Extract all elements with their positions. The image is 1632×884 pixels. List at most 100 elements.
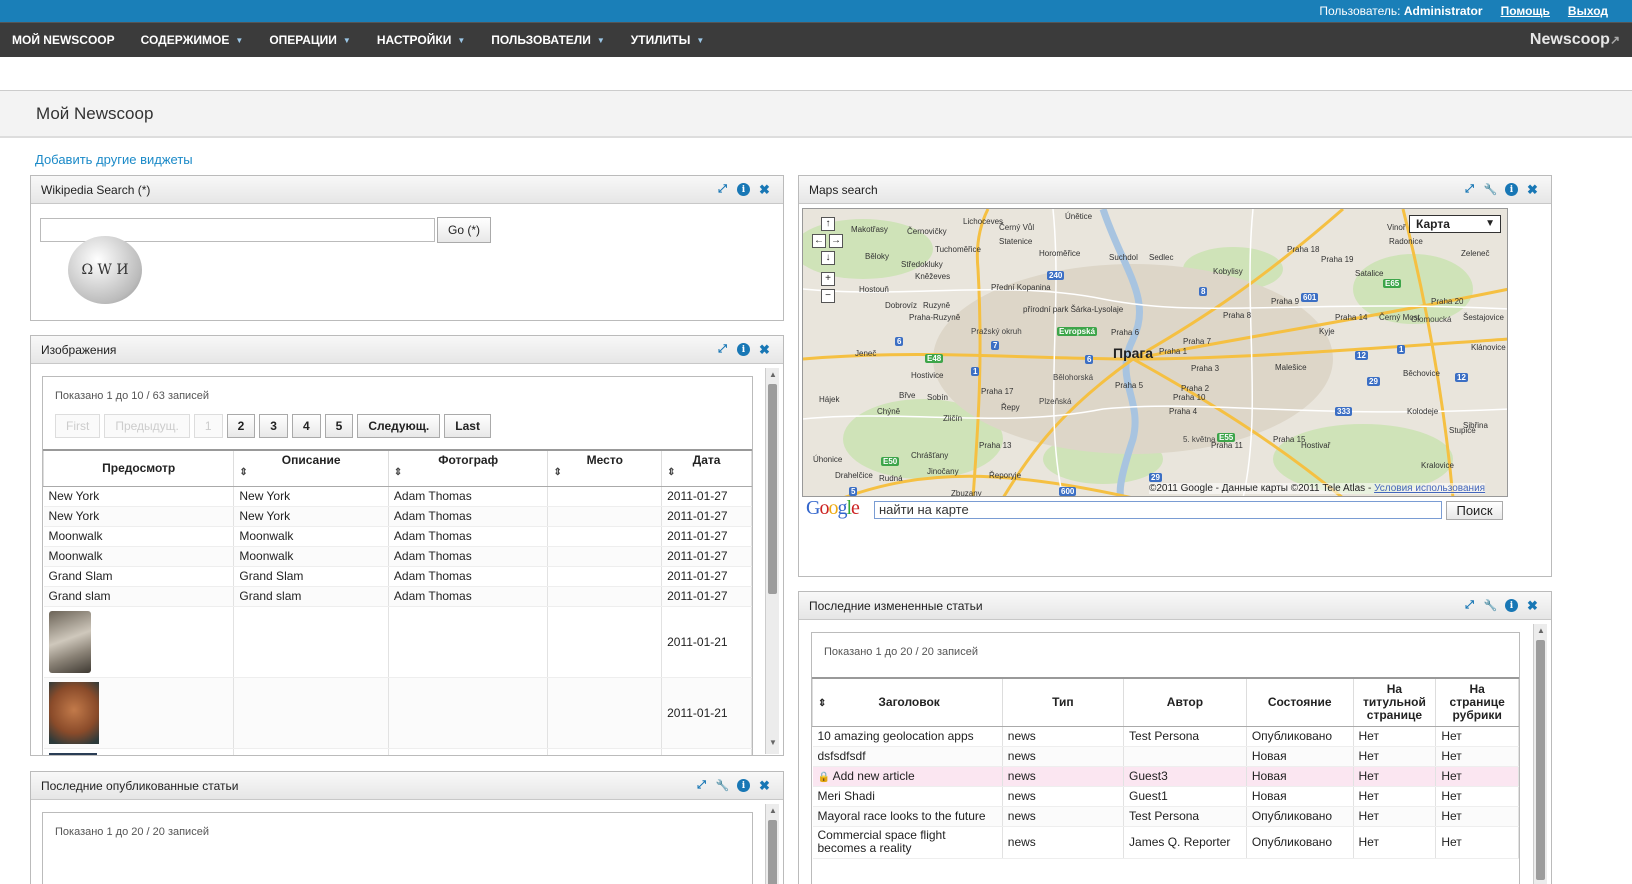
cell-description: Grand Slam bbox=[233, 566, 389, 587]
pager-page-4[interactable]: 4 bbox=[291, 414, 321, 438]
thumbnail-image[interactable] bbox=[48, 610, 91, 673]
scroll-thumb[interactable] bbox=[1536, 640, 1545, 880]
help-link[interactable]: Помощь bbox=[1501, 4, 1550, 18]
pager-page-1[interactable]: 1 bbox=[193, 414, 223, 438]
close-icon[interactable]: ✖ bbox=[1526, 182, 1539, 197]
published-scrollbar[interactable]: ▲ bbox=[765, 804, 779, 884]
table-row[interactable]: Meri Shadi news Guest1 Новая Нет Нет bbox=[812, 786, 1519, 807]
table-row[interactable]: Grand Slam Grand Slam Adam Thomas 2011-01-2… bbox=[43, 566, 752, 587]
pan-right-icon[interactable]: → bbox=[829, 234, 843, 248]
col-description[interactable]: Описание ⇕ bbox=[233, 449, 389, 487]
map-search-input[interactable]: найти на карте bbox=[874, 501, 1442, 519]
map-canvas[interactable]: Lichoceves Únětice Makotřasy Černovičky Čern… bbox=[802, 208, 1508, 497]
scroll-thumb[interactable] bbox=[768, 820, 777, 884]
terms-link[interactable]: Условия использования bbox=[1374, 483, 1485, 494]
cell-title: Meri Shadi bbox=[812, 786, 1003, 807]
table-row[interactable]: Mayoral race looks to the future news Test… bbox=[812, 806, 1519, 827]
col-author[interactable]: Автор bbox=[1123, 677, 1247, 727]
close-icon[interactable]: ✖ bbox=[758, 342, 771, 357]
wrench-icon[interactable]: 🔧 bbox=[1484, 183, 1498, 196]
wrench-icon[interactable]: 🔧 bbox=[1484, 599, 1498, 612]
scroll-thumb[interactable] bbox=[768, 384, 777, 594]
zoom-out-icon[interactable]: − bbox=[821, 289, 835, 303]
pager-last[interactable]: Last bbox=[444, 414, 491, 438]
map-search-button[interactable]: Поиск bbox=[1446, 501, 1503, 520]
map-type-select[interactable]: Карта ▼ bbox=[1409, 215, 1501, 233]
info-icon[interactable]: i bbox=[737, 779, 750, 792]
pager-next[interactable]: Следующ. bbox=[357, 414, 441, 438]
info-icon[interactable]: i bbox=[737, 183, 750, 196]
table-row[interactable]: Commercial space flight becomes a realit… bbox=[812, 826, 1519, 859]
pager-first[interactable]: First bbox=[55, 414, 101, 438]
col-section-page[interactable]: На странице рубрики bbox=[1435, 677, 1519, 727]
col-photographer[interactable]: Фотограф ⇕ bbox=[387, 449, 549, 487]
info-icon[interactable]: i bbox=[1505, 599, 1518, 612]
scroll-up-icon[interactable]: ▲ bbox=[1534, 626, 1548, 640]
nav-my-newscoop[interactable]: МОЙ NEWSCOOP bbox=[12, 33, 115, 47]
wrench-icon[interactable]: 🔧 bbox=[716, 779, 730, 792]
images-widget: Изображения ⤢ i ✖ Показано 1 до 10 / 63 … bbox=[30, 335, 784, 756]
close-icon[interactable]: ✖ bbox=[758, 182, 771, 197]
cell-section-page: Нет bbox=[1435, 766, 1519, 787]
table-row[interactable]: dsfsdfsdf news Новая Нет Нет bbox=[812, 746, 1519, 767]
table-row[interactable]: New York New York Adam Thomas 2011-01-27 bbox=[43, 486, 752, 507]
table-row[interactable]: 10 amazing geolocation apps news Test Pers… bbox=[812, 726, 1519, 747]
images-scrollbar[interactable]: ▲ ▼ bbox=[765, 368, 779, 754]
close-icon[interactable]: ✖ bbox=[758, 778, 771, 793]
col-type[interactable]: Тип bbox=[1001, 677, 1125, 727]
scroll-up-icon[interactable]: ▲ bbox=[766, 370, 780, 384]
zoom-in-icon[interactable]: + bbox=[821, 272, 835, 286]
nav-operations[interactable]: ОПЕРАЦИИ ▼ bbox=[269, 33, 351, 47]
table-row[interactable]: New York New York Adam Thomas 2011-01-27 bbox=[43, 506, 752, 527]
pager-page-3[interactable]: 3 bbox=[259, 414, 288, 438]
info-icon[interactable]: i bbox=[1505, 183, 1518, 196]
table-row[interactable]: 2011-01-21 bbox=[43, 677, 752, 749]
table-row[interactable]: Moonwalk Moonwalk Adam Thomas 2011-01-27 bbox=[43, 546, 752, 567]
thumbnail-image[interactable] bbox=[48, 681, 99, 744]
col-preview[interactable]: Предосмотр bbox=[43, 449, 235, 487]
thumbnail-image[interactable] bbox=[48, 753, 97, 755]
pager-prev[interactable]: Предыдущ. bbox=[104, 414, 190, 438]
widget-title: Wikipedia Search (*) bbox=[41, 182, 151, 197]
add-widgets-link[interactable]: Добавить другие виджеты bbox=[35, 152, 193, 167]
wiki-go-button[interactable]: Go (*) bbox=[437, 217, 492, 243]
nav-content[interactable]: СОДЕРЖИМОЕ ▼ bbox=[141, 33, 244, 47]
col-title[interactable]: ⇕ Заголовок bbox=[812, 677, 1003, 727]
expand-icon[interactable]: ⤢ bbox=[1463, 599, 1476, 612]
scroll-down-icon[interactable]: ▼ bbox=[766, 738, 780, 752]
map-road-label: 600 bbox=[1059, 487, 1077, 496]
pager-page-5[interactable]: 5 bbox=[324, 414, 354, 438]
table-row[interactable] bbox=[43, 748, 752, 755]
close-icon[interactable]: ✖ bbox=[1526, 598, 1539, 613]
pan-up-icon[interactable]: ↑ bbox=[821, 217, 835, 231]
cell-photographer: Adam Thomas bbox=[388, 486, 549, 507]
pan-left-icon[interactable]: ← bbox=[812, 234, 826, 248]
expand-icon[interactable]: ⤢ bbox=[716, 183, 729, 196]
col-place[interactable]: Место ⇕ bbox=[547, 449, 663, 487]
table-row[interactable]: Moonwalk Moonwalk Adam Thomas 2011-01-27 bbox=[43, 526, 752, 547]
map-road-label: 333 bbox=[1335, 407, 1353, 416]
cell-description: Moonwalk bbox=[233, 526, 389, 547]
logout-link[interactable]: Выход bbox=[1568, 4, 1608, 18]
col-status[interactable]: Состояние bbox=[1245, 677, 1354, 727]
map-road-label: 12 bbox=[1355, 351, 1368, 360]
newscoop-logo[interactable]: Newscoop↗ bbox=[1530, 31, 1620, 49]
expand-icon[interactable]: ⤢ bbox=[695, 779, 708, 792]
nav-utilities[interactable]: УТИЛИТЫ ▼ bbox=[631, 33, 704, 47]
nav-users[interactable]: ПОЛЬЗОВАТЕЛИ ▼ bbox=[491, 33, 605, 47]
widget-title: Последние опубликованные статьи bbox=[41, 778, 239, 793]
info-icon[interactable]: i bbox=[737, 343, 750, 356]
pager-page-2[interactable]: 2 bbox=[226, 414, 256, 438]
map-place-label: Černovičky bbox=[907, 227, 947, 236]
nav-settings[interactable]: НАСТРОЙКИ ▼ bbox=[377, 33, 465, 47]
col-date[interactable]: Дата ⇕ bbox=[661, 449, 752, 487]
scroll-up-icon[interactable]: ▲ bbox=[766, 806, 780, 820]
pan-down-icon[interactable]: ↓ bbox=[821, 251, 835, 265]
col-front-page[interactable]: На титульной странице bbox=[1352, 677, 1437, 727]
expand-icon[interactable]: ⤢ bbox=[716, 343, 729, 356]
expand-icon[interactable]: ⤢ bbox=[1463, 183, 1476, 196]
recent-scrollbar[interactable]: ▲ bbox=[1533, 624, 1547, 884]
table-row[interactable]: Grand slam Grand slam Adam Thomas 2011-01-2… bbox=[43, 586, 752, 607]
table-row[interactable]: 2011-01-21 bbox=[43, 606, 752, 678]
table-row-locked[interactable]: 🔒 Add new article news Guest3 Новая Нет Нет bbox=[812, 766, 1519, 787]
